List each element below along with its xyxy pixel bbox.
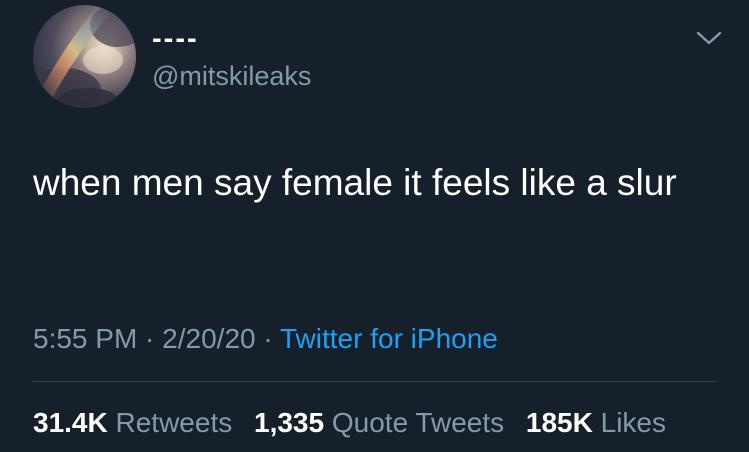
likes-stat[interactable]: 185K Likes xyxy=(526,407,666,438)
meta-separator: · xyxy=(137,323,163,354)
quote-tweets-label: Quote Tweets xyxy=(331,407,505,438)
tweet-date[interactable]: 2/20/20 xyxy=(162,323,255,354)
avatar-image xyxy=(33,5,136,108)
meta-separator: · xyxy=(255,323,280,354)
quote-tweets-stat[interactable]: 1,335 Quote Tweets xyxy=(254,407,504,438)
likes-count: 185K xyxy=(525,407,593,438)
chevron-down-icon[interactable] xyxy=(694,26,724,50)
quote-tweets-count: 1,335 xyxy=(254,407,325,438)
user-handle[interactable]: @mitskileaks xyxy=(152,59,311,93)
avatar[interactable] xyxy=(33,5,136,108)
display-name[interactable]: ---- xyxy=(152,22,199,56)
retweets-count: 31.4K xyxy=(33,407,108,438)
tweet-stats: 31.4K Retweets 1,335 Quote Tweets 185K L… xyxy=(33,404,666,442)
tweet-source-link[interactable]: Twitter for iPhone xyxy=(280,323,498,354)
retweets-stat[interactable]: 31.4K Retweets xyxy=(33,407,232,438)
tweet-meta: 5:55 PM · 2/20/20 · Twitter for iPhone xyxy=(33,320,498,358)
tweet-card: ---- @mitskileaks when men say female it… xyxy=(0,0,749,452)
retweets-label: Retweets xyxy=(115,407,233,438)
tweet-text: when men say female it feels like a slur xyxy=(33,162,677,203)
likes-label: Likes xyxy=(600,407,666,438)
divider xyxy=(33,381,717,382)
tweet-time[interactable]: 5:55 PM xyxy=(33,323,137,354)
